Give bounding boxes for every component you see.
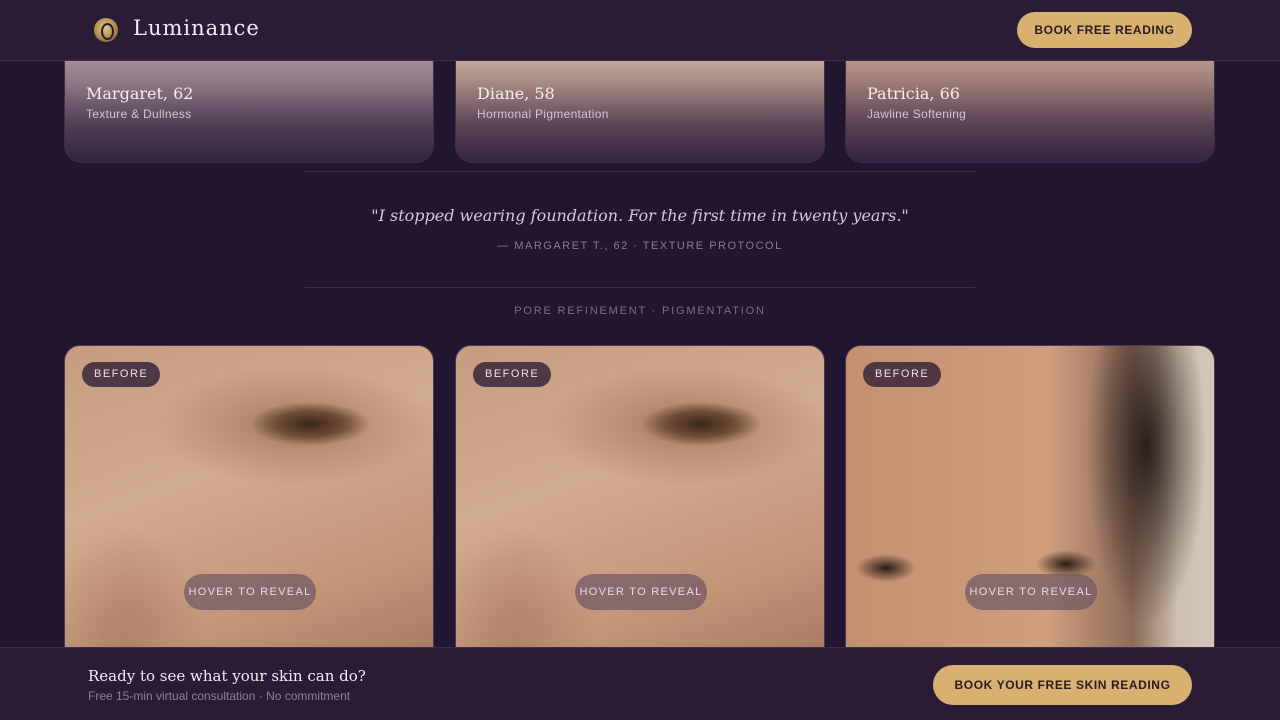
- testimonial-name: Margaret, 62: [86, 84, 194, 103]
- sticky-cta-bar: Ready to see what your skin can do? Free…: [0, 647, 1280, 720]
- testimonial-name: Diane, 58: [477, 84, 555, 103]
- before-badge: BEFORE: [473, 362, 552, 387]
- before-after-card[interactable]: BEFORE HOVER TO REVEAL: [64, 345, 434, 665]
- testimonial-concern: Texture & Dullness: [86, 107, 192, 121]
- testimonial-concern: Jawline Softening: [867, 107, 967, 121]
- book-free-reading-button[interactable]: BOOK FREE READING: [1017, 12, 1192, 48]
- site-header: Luminance BOOK FREE READING: [0, 0, 1280, 61]
- quote-attribution: — MARGARET T., 62 · TEXTURE PROTOCOL: [497, 240, 783, 252]
- hover-to-reveal-hint[interactable]: HOVER TO REVEAL: [965, 574, 1097, 610]
- before-badge: BEFORE: [82, 362, 161, 387]
- hover-to-reveal-hint[interactable]: HOVER TO REVEAL: [575, 574, 707, 610]
- testimonial-quote: "I stopped wearing foundation. For the f…: [371, 206, 909, 225]
- divider: [305, 287, 975, 288]
- cta-subtitle: Free 15-min virtual consultation · No co…: [88, 689, 351, 703]
- before-after-card[interactable]: BEFORE HOVER TO REVEAL: [845, 345, 1215, 665]
- testimonial-name: Patricia, 66: [867, 84, 960, 103]
- divider: [305, 171, 976, 172]
- book-skin-reading-button[interactable]: BOOK YOUR FREE SKIN READING: [933, 665, 1192, 705]
- brand-name[interactable]: Luminance: [133, 16, 260, 40]
- cta-title: Ready to see what your skin can do?: [88, 667, 366, 685]
- section-label: PORE REFINEMENT · PIGMENTATION: [514, 305, 766, 317]
- before-after-card[interactable]: BEFORE HOVER TO REVEAL: [455, 345, 825, 665]
- before-badge: BEFORE: [863, 362, 942, 387]
- testimonial-concern: Hormonal Pigmentation: [477, 107, 609, 121]
- luminance-logo-icon[interactable]: [94, 18, 118, 42]
- hover-to-reveal-hint[interactable]: HOVER TO REVEAL: [184, 574, 316, 610]
